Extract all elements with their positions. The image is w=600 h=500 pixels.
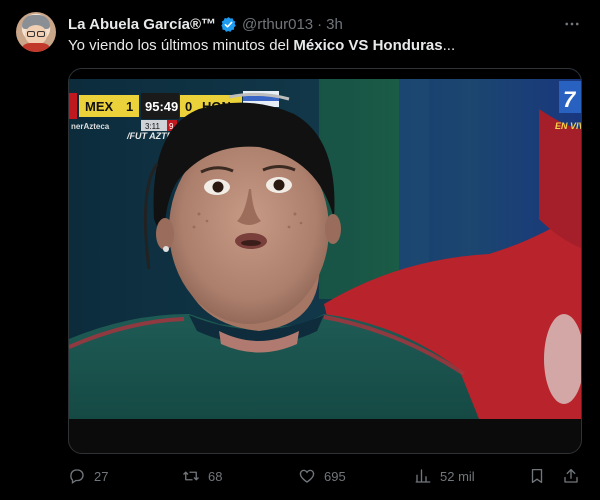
tweet-text-suffix: ... [442, 37, 456, 54]
share-button[interactable] [562, 464, 580, 488]
tweet-header: La Abuela García®™ @rthur013 · 3h [68, 14, 343, 34]
retweet-icon [183, 471, 199, 481]
retweet-button[interactable]: 68 [182, 464, 222, 488]
scoreboard-away-score: 0 [185, 99, 192, 114]
tweet-card[interactable]: La Abuela García®™ @rthur013 · 3h Yo vie… [0, 0, 600, 500]
scoreboard-home-team: MEX [85, 99, 114, 114]
tweet-actions: 27 68 695 52 mil [68, 464, 582, 488]
separator-dot: · [317, 15, 323, 33]
tweet-text: Yo viendo los últimos minutos del México… [68, 37, 455, 54]
like-count: 695 [324, 468, 346, 484]
tweet-text-bold: México VS Honduras [293, 37, 443, 54]
views-chart-icon [415, 469, 431, 483]
retweet-count: 68 [208, 468, 223, 484]
more-options-button[interactable] [560, 14, 584, 34]
heart-icon [299, 469, 315, 483]
live-label: EN VIV [555, 121, 582, 131]
like-button[interactable]: 695 [298, 464, 346, 488]
added-time: 3:11 [145, 122, 161, 131]
scoreboard-clock: 95:49 [145, 99, 178, 114]
timestamp[interactable]: 3h [326, 16, 343, 33]
scoreboard-home-score: 1 [126, 99, 133, 114]
reply-button[interactable]: 27 [68, 464, 108, 488]
svg-text:7: 7 [563, 87, 577, 112]
bookmark-icon [531, 468, 543, 484]
tv-screen-photo: MEX 1 95:49 0 HON nerAzteca 3:11 9 /FUT … [69, 69, 582, 419]
reply-count: 27 [94, 468, 109, 484]
media-photo[interactable]: MEX 1 95:49 0 HON nerAzteca 3:11 9 /FUT … [68, 68, 582, 454]
more-horizontal-icon [565, 22, 579, 26]
views-count: 52 mil [440, 468, 475, 484]
verified-badge-icon [220, 16, 237, 33]
display-name[interactable]: La Abuela García®™ [68, 16, 216, 33]
bookmark-button[interactable] [528, 464, 546, 488]
share-icon [564, 468, 578, 483]
views-button[interactable]: 52 mil [414, 464, 475, 488]
network-left-label: nerAzteca [71, 122, 110, 131]
avatar[interactable] [16, 12, 56, 52]
reply-icon [70, 469, 84, 485]
tweet-text-prefix: Yo viendo los últimos minutos del [68, 37, 294, 54]
handle[interactable]: @rthur013 [242, 16, 313, 33]
